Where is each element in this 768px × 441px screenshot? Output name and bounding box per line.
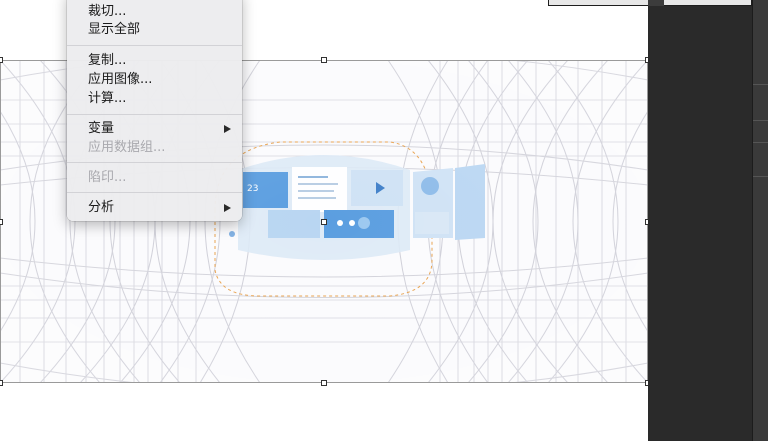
menu-separator	[67, 162, 242, 163]
menu-item-calculations[interactable]: 计算...	[67, 90, 242, 108]
menu-item-crop[interactable]: 裁切...	[67, 3, 242, 21]
divider	[753, 176, 768, 177]
transform-handle-center[interactable]	[321, 219, 327, 225]
submenu-arrow-icon	[224, 125, 231, 133]
menu-item-variables[interactable]: 变量	[67, 120, 242, 138]
divider	[753, 120, 768, 121]
submenu-arrow-icon	[224, 204, 231, 212]
transform-handle-bottom-center[interactable]	[321, 380, 327, 386]
menu-separator	[67, 192, 242, 193]
menu-item-reveal-all[interactable]: 显示全部	[67, 21, 242, 39]
transform-handle-top-center[interactable]	[321, 57, 327, 63]
panel-area	[648, 0, 752, 441]
menu-item-label: 裁切...	[88, 4, 127, 19]
transform-handle-top-left[interactable]	[0, 57, 3, 63]
divider	[753, 84, 768, 85]
menu-separator	[67, 114, 242, 115]
menu-item-label: 计算...	[88, 91, 127, 106]
menu-item-label: 复制...	[88, 53, 127, 68]
image-context-menu: 裁切... 显示全部 复制... 应用图像... 计算... 变量 应用数据组.…	[67, 0, 242, 221]
menu-item-duplicate[interactable]: 复制...	[67, 52, 242, 70]
transform-handle-bottom-left[interactable]	[0, 380, 3, 386]
menu-item-analysis[interactable]: 分析	[67, 199, 242, 217]
menu-item-label: 陷印...	[88, 170, 127, 185]
menu-item-label: 变量	[88, 121, 115, 136]
menu-item-trap[interactable]: 陷印...	[67, 169, 242, 187]
menu-item-label: 分析	[88, 200, 115, 215]
menu-item-label: 显示全部	[88, 22, 141, 37]
menu-separator	[67, 45, 242, 46]
menu-item-apply-image[interactable]: 应用图像...	[67, 71, 242, 89]
menu-item-label: 应用数据组...	[88, 140, 166, 155]
divider	[753, 142, 768, 143]
transform-handle-middle-left[interactable]	[0, 219, 3, 225]
menu-item-apply-data-set[interactable]: 应用数据组...	[67, 139, 242, 157]
menu-item-label: 应用图像...	[88, 72, 153, 87]
panel-dock-strip[interactable]	[752, 0, 768, 441]
dialog-edge-dark	[648, 0, 664, 6]
